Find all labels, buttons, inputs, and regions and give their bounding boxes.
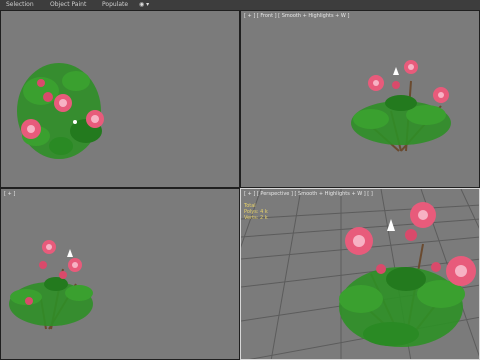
- viewport-bottom-left[interactable]: [ + ]: [0, 188, 240, 360]
- selection-gizmo[interactable]: [387, 219, 395, 231]
- tab-object-paint[interactable]: Object Paint: [50, 0, 86, 10]
- viewport-top-left[interactable]: [0, 10, 240, 188]
- viewport-top-right[interactable]: [ + ] [ Front ] [ Smooth + Highlights + …: [240, 10, 480, 188]
- leaf-cluster: [351, 95, 451, 145]
- leaf-cluster: [9, 277, 93, 326]
- perspective-scene: [241, 189, 479, 359]
- selection-gizmo[interactable]: [393, 67, 399, 75]
- selection-gizmo[interactable]: [73, 120, 77, 124]
- selection-gizmo[interactable]: [67, 249, 73, 257]
- stats-row-verts: Verts: 2 k: [244, 215, 268, 221]
- plant-top-view: [17, 63, 104, 159]
- viewport-label[interactable]: [ + ] [ Perspective ] [ Smooth + Highlig…: [244, 191, 373, 197]
- tab-selection[interactable]: Selection: [6, 0, 34, 10]
- viewport-perspective[interactable]: [ + ] [ Perspective ] [ Smooth + Highlig…: [240, 188, 480, 360]
- leaf-cluster: [339, 267, 465, 347]
- plant-front-view: [351, 60, 451, 152]
- plant-left-view: [9, 240, 93, 330]
- scene-statistics: Total Polys: 4 k Verts: 2 k: [244, 203, 268, 221]
- tab-populate[interactable]: Populate: [102, 0, 128, 10]
- ribbon-options-icon[interactable]: ◉ ▾: [139, 1, 153, 9]
